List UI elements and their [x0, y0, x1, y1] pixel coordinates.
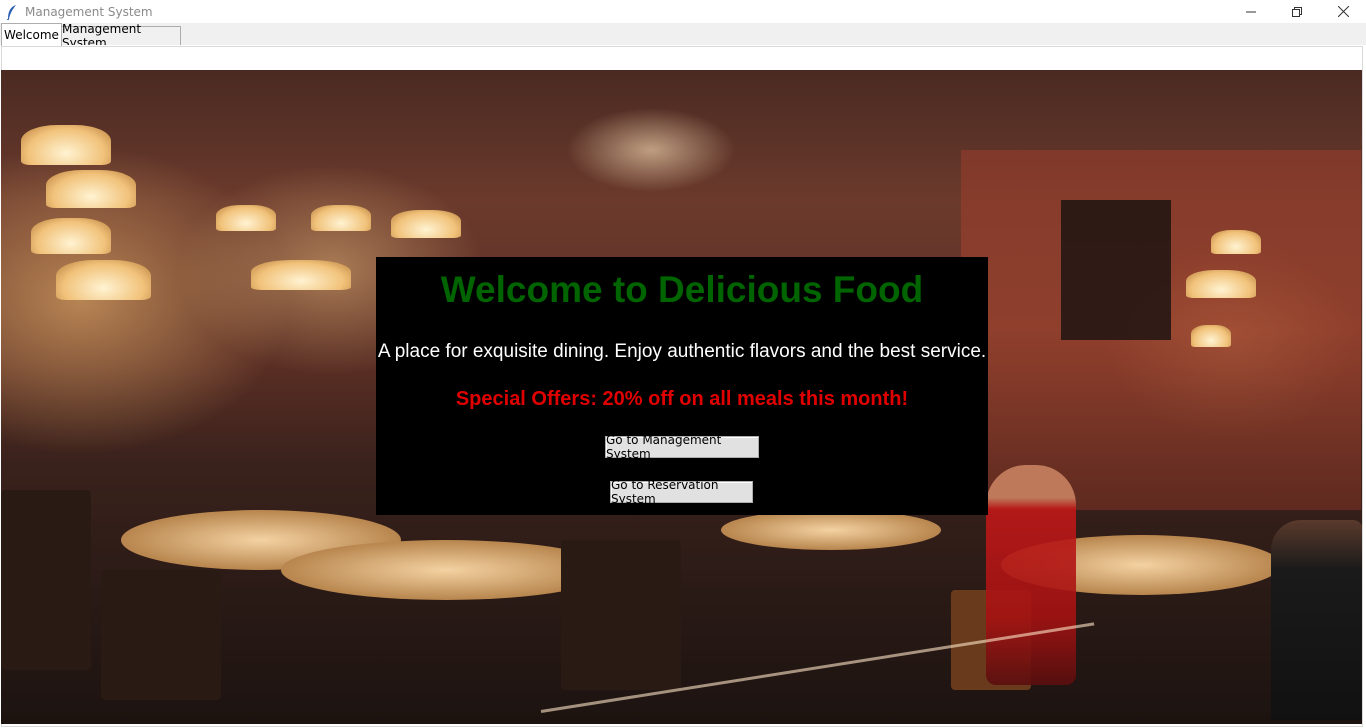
- lamp-shade: [1191, 325, 1231, 347]
- tab-welcome[interactable]: Welcome: [1, 23, 62, 46]
- close-icon[interactable]: [1320, 0, 1366, 23]
- chair: [561, 540, 681, 690]
- chair: [101, 570, 221, 700]
- title-bar[interactable]: Management System: [0, 0, 1366, 23]
- tab-bar: Welcome Management System: [0, 22, 1366, 50]
- welcome-headline: Welcome to Delicious Food: [440, 269, 924, 310]
- lamp-shade: [216, 205, 276, 231]
- dining-table: [721, 510, 941, 550]
- feather-icon: [3, 3, 21, 21]
- restore-icon[interactable]: [1274, 0, 1320, 23]
- tab-management-system[interactable]: Management System: [61, 22, 181, 50]
- lamp-shade: [391, 210, 461, 238]
- lamp-shade: [56, 260, 151, 300]
- background-decor-panel: [1061, 200, 1171, 340]
- tab-content-welcome: Welcome to Delicious Food A place for ex…: [0, 45, 1366, 728]
- lamp-shade: [311, 205, 371, 231]
- app-window: Management System Welcome Management Sys…: [0, 0, 1366, 728]
- window-title: Management System: [25, 4, 153, 19]
- minimize-icon[interactable]: [1228, 0, 1274, 23]
- go-to-reservation-button[interactable]: Go to Reservation System: [610, 478, 753, 506]
- window-controls: [1228, 0, 1366, 23]
- diner-figure: [986, 465, 1076, 685]
- lamp-shade: [1186, 270, 1256, 298]
- lamp-shade: [31, 218, 111, 254]
- lamp-shade: [21, 125, 111, 165]
- chair: [1, 490, 91, 670]
- special-offer-text: Special Offers: 20% off on all meals thi…: [455, 388, 909, 410]
- lamp-shade: [251, 260, 351, 290]
- welcome-panel: Welcome to Delicious Food A place for ex…: [376, 257, 988, 515]
- welcome-tagline: A place for exquisite dining. Enjoy auth…: [377, 341, 987, 362]
- lamp-shade: [46, 170, 136, 208]
- lamp-shade: [1211, 230, 1261, 254]
- diner-figure: [1271, 520, 1362, 720]
- go-to-management-button[interactable]: Go to Management System: [605, 433, 759, 461]
